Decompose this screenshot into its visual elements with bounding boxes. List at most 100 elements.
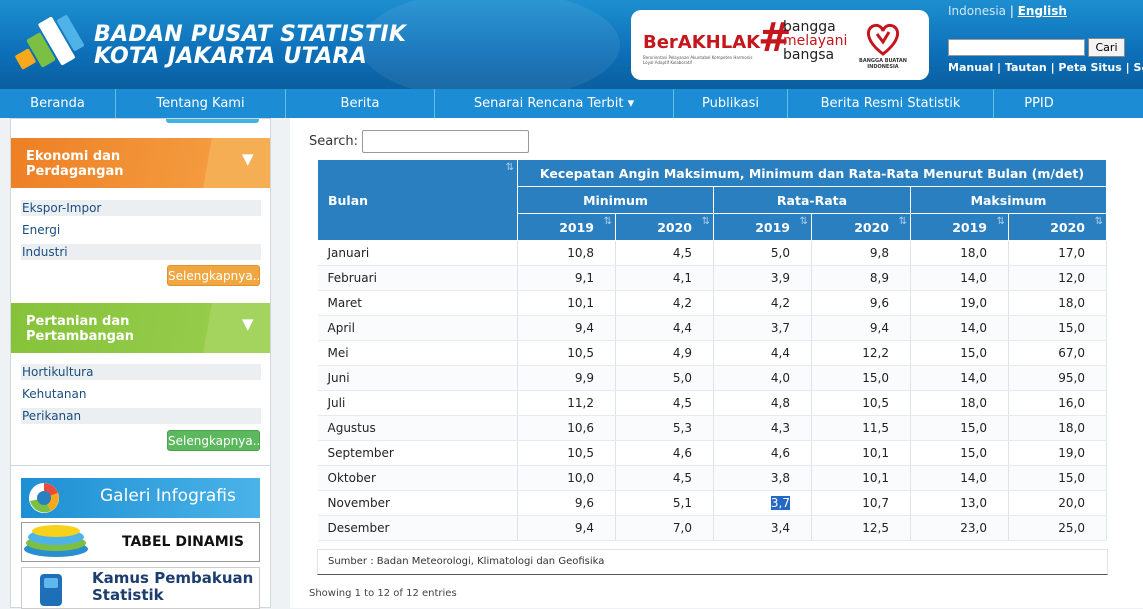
nav-ppid[interactable]: PPID [994, 89, 1084, 118]
sidebar-link-perikanan[interactable]: Perikanan [21, 408, 261, 424]
tabel-dinamis-label: TABEL DINAMIS [122, 534, 244, 550]
header-search-input[interactable] [948, 39, 1085, 56]
table-search-input[interactable] [362, 130, 529, 153]
cell-text: 67,0 [1058, 346, 1085, 360]
cell-month: April [317, 315, 518, 341]
column-header-year[interactable]: 2019 [910, 213, 1009, 241]
sidebar-link-kehutanan[interactable]: Kehutanan [21, 386, 261, 402]
cell-value: 11,5 [811, 415, 911, 441]
kamus-pembakuan-banner[interactable]: Kamus Pembakuan Statistik [21, 567, 260, 609]
cell-text: 16,0 [1058, 396, 1085, 410]
cell-text: 5,1 [672, 496, 692, 510]
cell-value: 4,4 [615, 315, 714, 341]
infographic-pie-icon [29, 483, 59, 513]
galeri-infografis-banner[interactable]: Galeri Infografis [21, 478, 260, 518]
cell-text: 19,0 [960, 296, 987, 310]
cell-value: 4,3 [713, 415, 812, 441]
cell-value: 67,0 [1008, 340, 1107, 366]
sidebar-link-ekspor-impor[interactable]: Ekspor-Impor [21, 200, 261, 216]
cell-value: 14,0 [910, 315, 1009, 341]
cell-text: 11,5 [862, 421, 889, 435]
cell-month: Oktober [317, 465, 518, 491]
nav-senarai-rencana-terbit[interactable]: Senarai Rencana Terbit ▾ [435, 89, 673, 118]
category-pertanian-pertambangan[interactable]: Pertanian dan Pertambangan ▼ [11, 303, 270, 353]
lang-indonesia-link[interactable]: Indonesia [948, 4, 1006, 18]
cell-value: 10,5 [811, 390, 911, 416]
cell-value: 9,4 [517, 315, 616, 341]
tabel-dinamis-banner[interactable]: TABEL DINAMIS [21, 522, 260, 562]
sidebar-link-hortikultura[interactable]: Hortikultura [21, 364, 261, 380]
cell-value: 3,9 [713, 265, 812, 291]
previous-more-button-edge[interactable] [166, 119, 259, 123]
cell-value: 12,5 [811, 515, 911, 541]
cell-value: 10,7 [811, 490, 911, 516]
table-stack-icon [24, 525, 88, 557]
heart-icon [866, 23, 900, 56]
cell-value: 15,0 [910, 440, 1009, 466]
selengkapnya-button-pertanian[interactable]: Selengkapnya... [167, 430, 264, 451]
nav-berita[interactable]: Berita [286, 89, 434, 118]
cell-value: 14,0 [910, 265, 1009, 291]
cell-text: 25,0 [1058, 521, 1085, 535]
cell-value: 5,1 [615, 490, 714, 516]
cell-text: 17,0 [1058, 246, 1085, 260]
cell-value: 4,5 [615, 390, 714, 416]
cell-value: 19,0 [1008, 440, 1107, 466]
cell-month: Desember [317, 515, 518, 541]
search-button[interactable]: Cari [1088, 38, 1125, 57]
cell-value: 8,9 [811, 265, 911, 291]
top-links[interactable]: Manual | Tautan | Peta Situs | S&K [948, 61, 1143, 74]
bps-logo-icon[interactable] [6, 14, 90, 78]
nav-tentang-kami[interactable]: Tentang Kami [116, 89, 285, 118]
sidebar-link-energi[interactable]: Energi [21, 222, 261, 238]
cell-value: 18,0 [1008, 290, 1107, 316]
cell-month: Mei [317, 340, 518, 366]
table-row: Juli 11,2 4,5 4,8 10,5 18,0 16,0 [317, 390, 1107, 416]
cell-text: 15,0 [1058, 471, 1085, 485]
cell-value: 4,1 [615, 265, 714, 291]
cell-value: 4,9 [615, 340, 714, 366]
cell-text: 4,0 [770, 371, 790, 385]
lang-english-link[interactable]: English [1018, 4, 1067, 18]
cell-text: 18,0 [1058, 421, 1085, 435]
table-row: Juni 9,9 5,0 4,0 15,0 14,0 95,0 [317, 365, 1107, 391]
table-source-note: Sumber : Badan Meteorologi, Klimatologi … [317, 549, 1108, 575]
cell-text: 15,0 [862, 371, 889, 385]
table-row: Maret 10,1 4,2 4,2 9,6 19,0 18,0 [317, 290, 1107, 316]
cell-month: September [317, 440, 518, 466]
cell-text: 7,0 [672, 521, 692, 535]
selengkapnya-button-ekonomi[interactable]: Selengkapnya... [167, 265, 264, 286]
main-nav: Beranda Tentang Kami Berita Senarai Renc… [0, 89, 1143, 118]
category-ekonomi-perdagangan[interactable]: Ekonomi dan Perdagangan ▼ [11, 138, 270, 188]
berakhlak-banner[interactable]: BerAKHLAK Berorientasi Pelayanan Akuntab… [631, 10, 929, 80]
column-header-year[interactable]: 2020 [1008, 213, 1107, 241]
cell-value: 11,2 [517, 390, 616, 416]
cell-value: 3,4 [713, 515, 812, 541]
cell-text: 18,0 [960, 246, 987, 260]
nav-beranda[interactable]: Beranda [0, 89, 115, 118]
nav-publikasi[interactable]: Publikasi [674, 89, 787, 118]
category-title: Pertanian dan Pertambangan [26, 314, 134, 344]
column-header-bulan[interactable]: Bulan [317, 159, 518, 241]
cell-value: 15,0 [1008, 315, 1107, 341]
cell-month: Januari [317, 240, 518, 266]
table-entries-info: Showing 1 to 12 of 12 entries [309, 588, 457, 599]
cell-text: 4,8 [770, 396, 790, 410]
cell-text: 18,0 [1058, 296, 1085, 310]
cell-text: 10,0 [567, 471, 594, 485]
column-header-year[interactable]: 2019 [517, 213, 616, 241]
cell-value: 7,0 [615, 515, 714, 541]
cell-value: 4,6 [713, 440, 812, 466]
column-header-year[interactable]: 2019 [713, 213, 812, 241]
cell-text: 20,0 [1058, 496, 1085, 510]
cell-value: 15,0 [811, 365, 911, 391]
group-header-maksimum: Maksimum [910, 186, 1107, 214]
nav-berita-resmi-statistik[interactable]: Berita Resmi Statistik [788, 89, 993, 118]
cell-text: 10,5 [567, 346, 594, 360]
sidebar-link-industri[interactable]: Industri [21, 244, 261, 260]
table-body: Januari 10,8 4,5 5,0 9,8 18,0 17,0 Februari 9,1 4… [317, 240, 1107, 541]
cell-value: 3,8 [713, 465, 812, 491]
bangga-word: bangga [783, 19, 836, 35]
column-header-year[interactable]: 2020 [811, 213, 911, 241]
column-header-year[interactable]: 2020 [615, 213, 714, 241]
